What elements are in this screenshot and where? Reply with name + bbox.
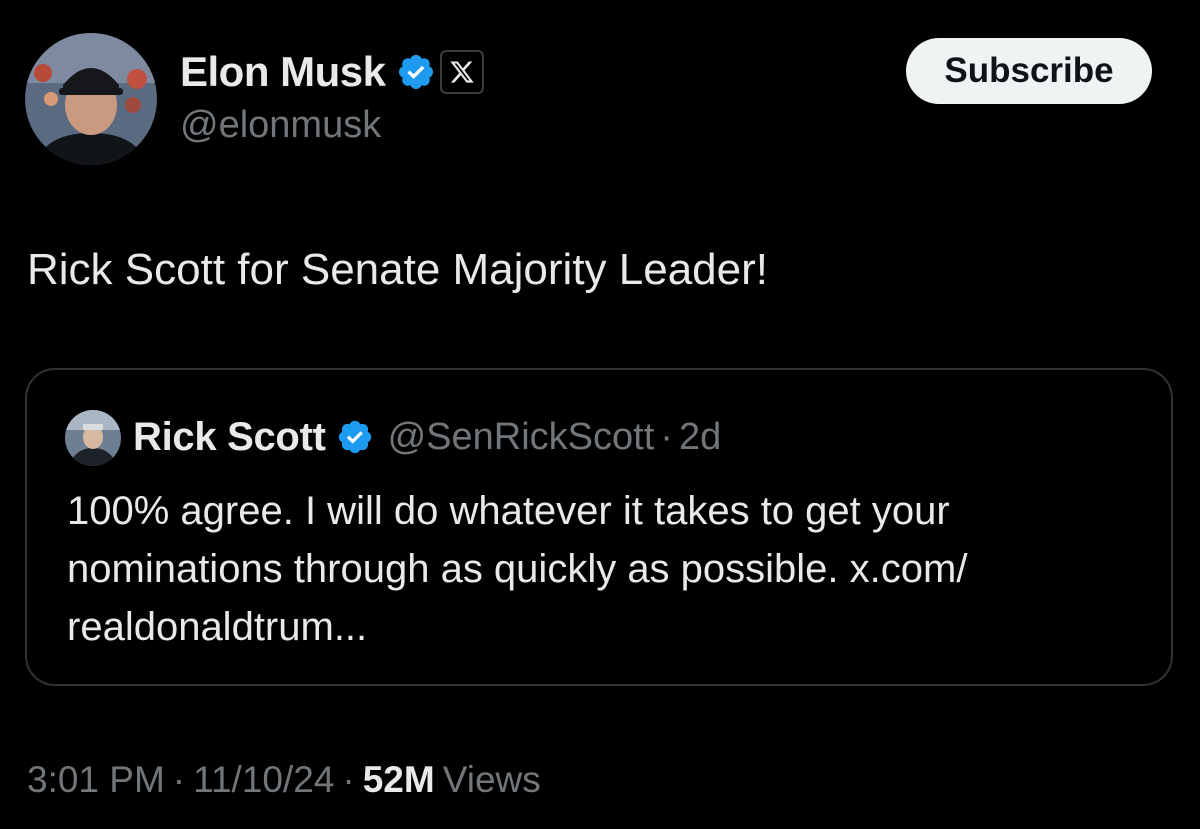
quoted-author-handle[interactable]: @SenRickScott [388, 416, 655, 459]
quoted-post-text-line: realdonaldtrum... [67, 605, 368, 649]
post-meta: 3:01 PM · 11/10/24 · 52M Views [27, 756, 541, 804]
quoted-post-card[interactable]: Rick Scott @SenRickScott · 2d 100% agree… [25, 368, 1173, 686]
views-label: Views [442, 759, 541, 800]
author-name[interactable]: Elon Musk [180, 48, 386, 96]
post-date[interactable]: 11/10/24 [193, 759, 334, 801]
post-text: Rick Scott for Senate Majority Leader! [27, 245, 768, 294]
quoted-post-header: Rick Scott @SenRickScott · 2d [133, 408, 721, 466]
quoted-post-time[interactable]: 2d [679, 416, 721, 459]
post-time[interactable]: 3:01 PM [27, 759, 165, 801]
author-name-row: Elon Musk [180, 46, 484, 98]
quoted-post-text-line: 100% agree. I will do whatever it takes … [67, 489, 950, 533]
subscribe-button[interactable]: Subscribe [906, 38, 1152, 104]
author-avatar[interactable] [25, 33, 157, 165]
separator-dot: · [660, 415, 673, 458]
quoted-author-avatar[interactable] [65, 410, 121, 466]
views-count[interactable]: 52M [363, 759, 435, 801]
author-handle[interactable]: @elonmusk [180, 104, 381, 147]
quoted-post-text-line: nominations through as quickly as possib… [67, 547, 968, 591]
x-logo-icon[interactable] [439, 50, 484, 94]
separator-dot: · [172, 759, 186, 800]
quoted-author-name[interactable]: Rick Scott [133, 415, 326, 460]
separator-dot: · [342, 759, 355, 800]
verified-checkmark-icon[interactable] [396, 52, 436, 92]
verified-checkmark-icon [336, 418, 374, 456]
quoted-post-text: 100% agree. I will do whatever it takes … [67, 482, 1127, 656]
